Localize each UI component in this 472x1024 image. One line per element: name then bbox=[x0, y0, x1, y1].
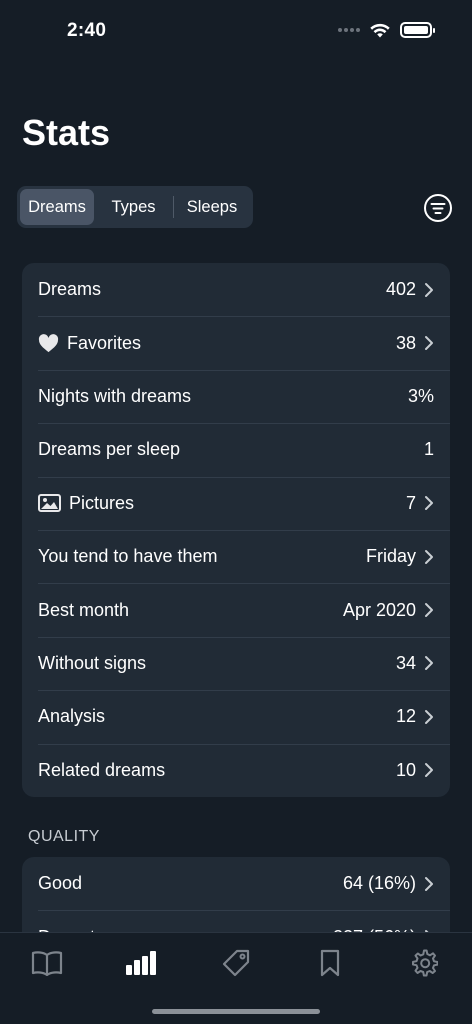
quality-value: 64 (16%) bbox=[342, 873, 416, 894]
stat-label: Favorites bbox=[67, 332, 142, 353]
stat-value: 12 bbox=[395, 706, 416, 727]
stat-value: 1 bbox=[423, 439, 434, 460]
book-icon bbox=[31, 951, 63, 976]
stat-row-analysis[interactable]: Analysis 12 bbox=[22, 690, 450, 743]
stats-card: Dreams 402 Favorites 38 Nights with drea… bbox=[22, 263, 450, 797]
chevron-right-icon bbox=[425, 496, 433, 511]
segment-dreams[interactable]: Dreams bbox=[20, 189, 95, 225]
page-title: Stats bbox=[22, 112, 111, 153]
chevron-right-icon bbox=[425, 656, 433, 671]
filter-icon[interactable] bbox=[423, 193, 453, 223]
stat-value: Friday bbox=[365, 546, 416, 567]
chevron-right-icon bbox=[425, 709, 433, 724]
chevron-right-icon bbox=[425, 336, 433, 351]
stat-label: Dreams bbox=[38, 279, 102, 300]
stat-value: 3% bbox=[407, 385, 434, 406]
tab-stats[interactable] bbox=[125, 947, 157, 979]
bar-chart-icon bbox=[126, 951, 156, 975]
quality-row-good[interactable]: Good 64 (16%) bbox=[22, 857, 450, 910]
stats-segmented-control: Dreams Types Sleeps bbox=[17, 186, 253, 228]
heart-icon bbox=[38, 333, 59, 352]
stat-label: You tend to have them bbox=[38, 546, 218, 567]
status-time: 2:40 bbox=[67, 20, 107, 41]
chevron-right-icon bbox=[425, 876, 433, 891]
wifi-icon bbox=[370, 23, 390, 37]
battery-icon bbox=[400, 22, 435, 38]
stat-label: Dreams per sleep bbox=[38, 439, 181, 460]
stat-value: Apr 2020 bbox=[342, 599, 416, 620]
stat-row-dreams-per-sleep: Dreams per sleep 1 bbox=[22, 423, 450, 476]
stat-value: 10 bbox=[395, 759, 416, 780]
stat-row-tend-to-have[interactable]: You tend to have them Friday bbox=[22, 529, 450, 583]
tab-tags[interactable] bbox=[220, 947, 252, 979]
stat-row-best-month[interactable]: Best month Apr 2020 bbox=[22, 583, 450, 636]
quality-label: Good bbox=[38, 873, 83, 894]
stat-row-related-dreams[interactable]: Related dreams 10 bbox=[22, 743, 450, 797]
segment-sleeps[interactable]: Sleeps bbox=[174, 189, 250, 225]
stat-row-nights-with-dreams: Nights with dreams 3% bbox=[22, 369, 450, 423]
stat-row-favorites[interactable]: Favorites 38 bbox=[22, 316, 450, 369]
stat-label: Without signs bbox=[38, 652, 147, 673]
quality-section-header: QUALITY bbox=[28, 828, 100, 845]
photo-icon bbox=[38, 494, 61, 513]
bookmark-icon bbox=[320, 949, 340, 977]
stat-label: Best month bbox=[38, 599, 130, 620]
stat-value: 402 bbox=[385, 279, 416, 300]
status-indicators bbox=[338, 22, 435, 38]
stat-row-pictures[interactable]: Pictures 7 bbox=[22, 476, 450, 530]
stat-label: Pictures bbox=[69, 492, 135, 513]
cellular-signal-icon bbox=[338, 28, 360, 32]
stat-label: Analysis bbox=[38, 706, 106, 727]
segment-types[interactable]: Types bbox=[94, 189, 173, 225]
stat-label: Related dreams bbox=[38, 759, 166, 780]
stat-row-dreams[interactable]: Dreams 402 bbox=[22, 263, 450, 316]
chevron-right-icon bbox=[425, 763, 433, 778]
tab-settings[interactable] bbox=[408, 947, 440, 979]
stats-screen: 2:40 Stats Dreams Types Sleeps Dreams 40… bbox=[0, 0, 472, 1024]
chevron-right-icon bbox=[425, 603, 433, 618]
stat-value: 34 bbox=[395, 652, 416, 673]
stat-value: 38 bbox=[395, 332, 416, 353]
stat-label: Nights with dreams bbox=[38, 385, 192, 406]
gear-icon bbox=[412, 949, 438, 977]
chevron-right-icon bbox=[425, 282, 433, 297]
stat-row-without-signs[interactable]: Without signs 34 bbox=[22, 636, 450, 690]
tag-icon bbox=[222, 949, 250, 977]
tab-journal[interactable] bbox=[31, 947, 63, 979]
chevron-right-icon bbox=[425, 549, 433, 564]
home-indicator bbox=[152, 1009, 320, 1014]
stat-value: 7 bbox=[405, 492, 416, 513]
tab-bookmarks[interactable] bbox=[314, 947, 346, 979]
